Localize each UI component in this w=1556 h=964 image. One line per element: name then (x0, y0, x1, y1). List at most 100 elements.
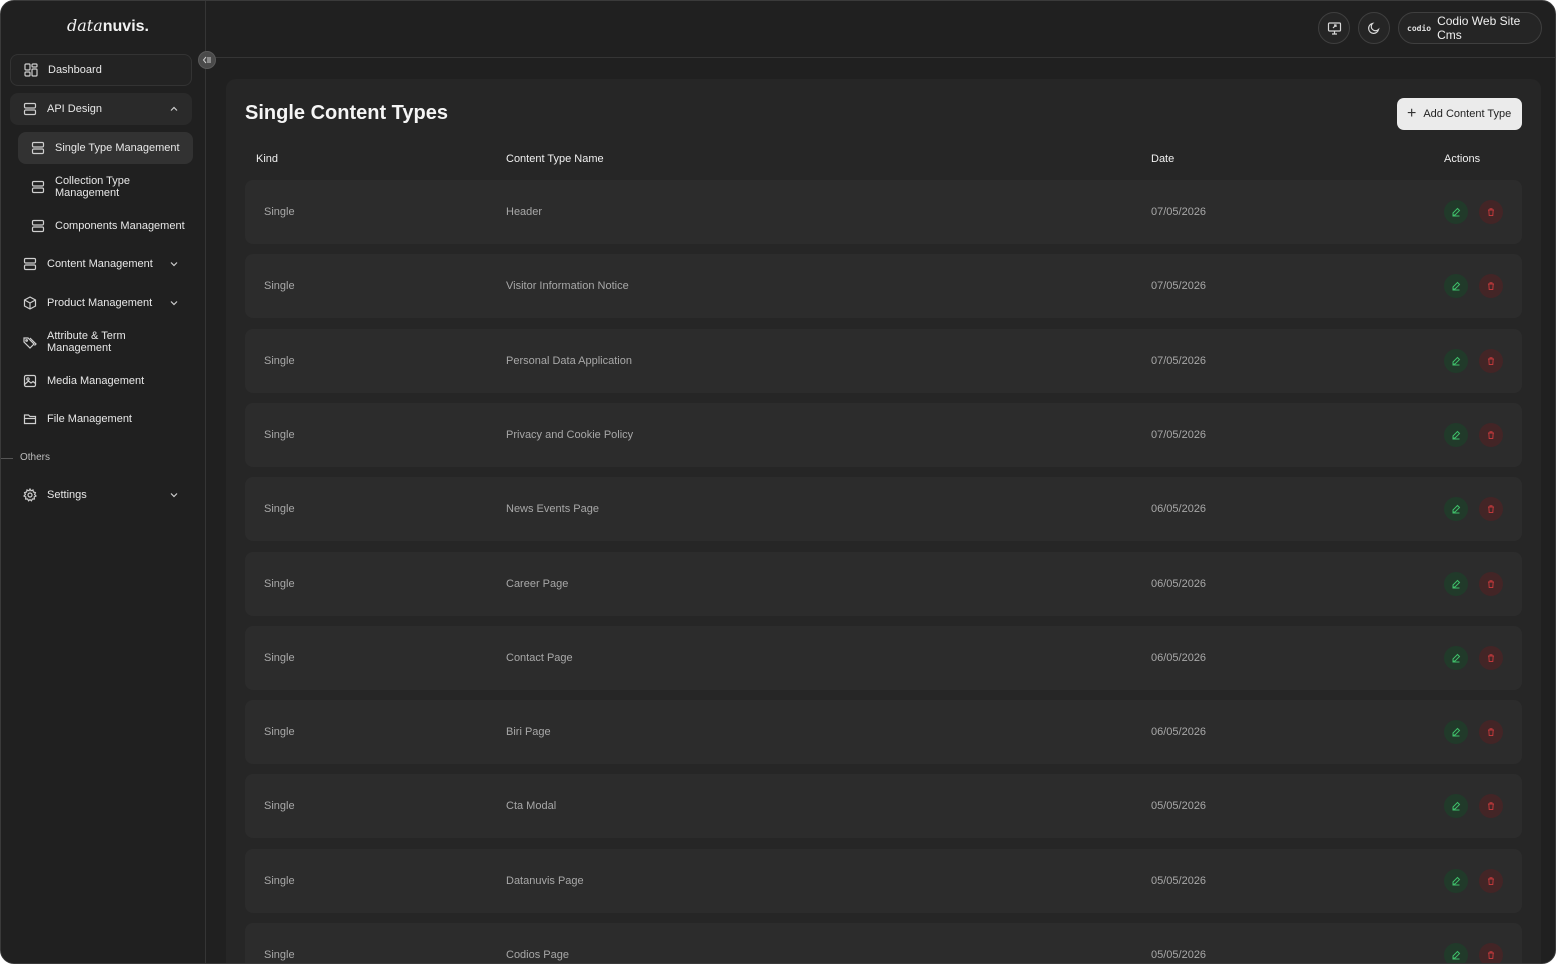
moon-icon (1368, 22, 1380, 34)
cell-name: Datanuvis Page (506, 874, 584, 887)
table-row: Single Visitor Information Notice 07/05/20… (245, 254, 1522, 319)
sidebar-item-label: Content Management (47, 258, 153, 270)
plus-icon: + (1407, 105, 1417, 122)
cell-kind: Single (264, 428, 295, 441)
delete-button[interactable] (1479, 720, 1503, 745)
trash-icon (1486, 579, 1496, 589)
cell-name: Biri Page (506, 726, 551, 739)
sidebar-item-collection-type-management[interactable]: Collection Type Management (18, 171, 193, 203)
table-row: Single Header 07/05/2026 (245, 180, 1522, 244)
add-content-type-button[interactable]: + Add Content Type (1397, 98, 1522, 130)
logo[interactable]: datanuvis. (67, 16, 149, 36)
table-row: Single Biri Page 06/05/2026 (245, 700, 1522, 765)
table-row: Single Personal Data Application 07/05/202… (245, 328, 1522, 393)
cell-kind: Single (264, 503, 295, 516)
cell-kind: Single (264, 651, 295, 664)
cell-date: 05/05/2026 (1151, 949, 1207, 961)
sidebar-item-label: Single Type Management (55, 142, 180, 154)
edit-icon (1451, 356, 1461, 366)
dashboard-icon (23, 62, 39, 78)
cell-kind: Single (264, 726, 295, 739)
theme-toggle-button[interactable] (1358, 12, 1390, 44)
table-row: Single Codios Page 05/05/2026 (245, 923, 1522, 963)
app-window: datanuvis. Dashboard API Design Single T… (0, 0, 1556, 964)
stack-icon (22, 256, 38, 272)
delete-button[interactable] (1479, 200, 1503, 224)
delete-button[interactable] (1479, 274, 1503, 299)
edit-icon (1451, 801, 1461, 811)
add-button-label: Add Content Type (1423, 108, 1512, 120)
cell-date: 06/05/2026 (1151, 503, 1207, 516)
column-header-date: Date (1151, 153, 1175, 165)
sidebar-item-media-management[interactable]: Media Management (10, 365, 192, 397)
sidebar: datanuvis. Dashboard API Design Single T… (1, 1, 206, 963)
edit-button[interactable] (1444, 868, 1468, 893)
sidebar-item-label: Collection Type Management (55, 175, 131, 199)
sidebar-item-content-management[interactable]: Content Management (10, 248, 192, 280)
table-row: Single Datanuvis Page 05/05/2026 (245, 848, 1522, 913)
sidebar-item-label: Product Management (47, 297, 153, 309)
table-row: Single News Events Page 06/05/2026 (245, 477, 1522, 542)
sidebar-item-file-management[interactable]: File Management (10, 403, 192, 435)
sidebar-item-settings[interactable]: Settings (10, 479, 192, 511)
cell-date: 05/05/2026 (1151, 800, 1207, 813)
trash-icon (1486, 653, 1496, 663)
chevron-up-icon (170, 106, 178, 111)
column-header-actions: Actions (1444, 153, 1481, 165)
cell-date: 06/05/2026 (1151, 577, 1207, 590)
edit-button[interactable] (1444, 720, 1468, 745)
edit-icon (1451, 876, 1461, 886)
edit-button[interactable] (1444, 200, 1468, 224)
edit-button[interactable] (1444, 348, 1468, 373)
edit-icon (1451, 207, 1461, 217)
delete-button[interactable] (1479, 645, 1503, 670)
sidebar-item-label: Settings (47, 489, 87, 501)
cell-kind: Single (264, 800, 295, 813)
chevron-down-icon (170, 262, 178, 267)
sidebar-item-single-type-management[interactable]: Single Type Management (18, 132, 193, 164)
trash-icon (1486, 207, 1496, 217)
edit-button[interactable] (1444, 943, 1468, 963)
delete-button[interactable] (1479, 571, 1503, 596)
edit-button[interactable] (1444, 645, 1468, 670)
edit-icon (1451, 579, 1461, 589)
delete-button[interactable] (1479, 348, 1503, 373)
box-icon (22, 295, 38, 311)
edit-button[interactable] (1444, 794, 1468, 819)
sidebar-item-label: Components Management (55, 220, 185, 232)
stack-icon (30, 140, 46, 156)
page-title: Single Content Types (245, 102, 448, 124)
gear-icon (22, 487, 38, 503)
trash-icon (1486, 801, 1496, 811)
trash-icon (1486, 950, 1496, 960)
trash-icon (1486, 281, 1496, 291)
chevron-down-icon (170, 493, 178, 498)
sidebar-item-attribute-term-management[interactable]: Attribute & Term Management (10, 326, 192, 358)
delete-button[interactable] (1479, 794, 1503, 819)
edit-button[interactable] (1444, 274, 1468, 299)
delete-button[interactable] (1479, 868, 1503, 893)
edit-button[interactable] (1444, 497, 1468, 522)
edit-button[interactable] (1444, 422, 1468, 447)
delete-button[interactable] (1479, 943, 1503, 963)
cell-name: Header (506, 206, 543, 218)
delete-button[interactable] (1479, 422, 1503, 447)
sidebar-collapse-button[interactable] (198, 51, 216, 69)
stack-icon (30, 218, 46, 234)
cell-date: 07/05/2026 (1151, 206, 1207, 218)
sidebar-item-product-management[interactable]: Product Management (10, 287, 192, 319)
collapse-icon (202, 56, 211, 64)
column-header-name: Content Type Name (506, 153, 604, 165)
cell-name: Career Page (506, 577, 569, 590)
folder-icon (22, 411, 38, 427)
delete-button[interactable] (1479, 497, 1503, 522)
monitor-button[interactable] (1318, 12, 1350, 44)
edit-button[interactable] (1444, 571, 1468, 596)
account-brand-logo: codio (1407, 23, 1432, 33)
cell-date: 05/05/2026 (1151, 874, 1207, 887)
sidebar-item-components-management[interactable]: Components Management (18, 210, 193, 242)
table-row: Single Privacy and Cookie Policy 07/05/202… (245, 402, 1522, 467)
sidebar-item-dashboard[interactable]: Dashboard (10, 54, 192, 86)
account-switcher[interactable]: codio Codio Web Site Cms (1398, 12, 1542, 44)
sidebar-item-api-design[interactable]: API Design (10, 93, 192, 125)
